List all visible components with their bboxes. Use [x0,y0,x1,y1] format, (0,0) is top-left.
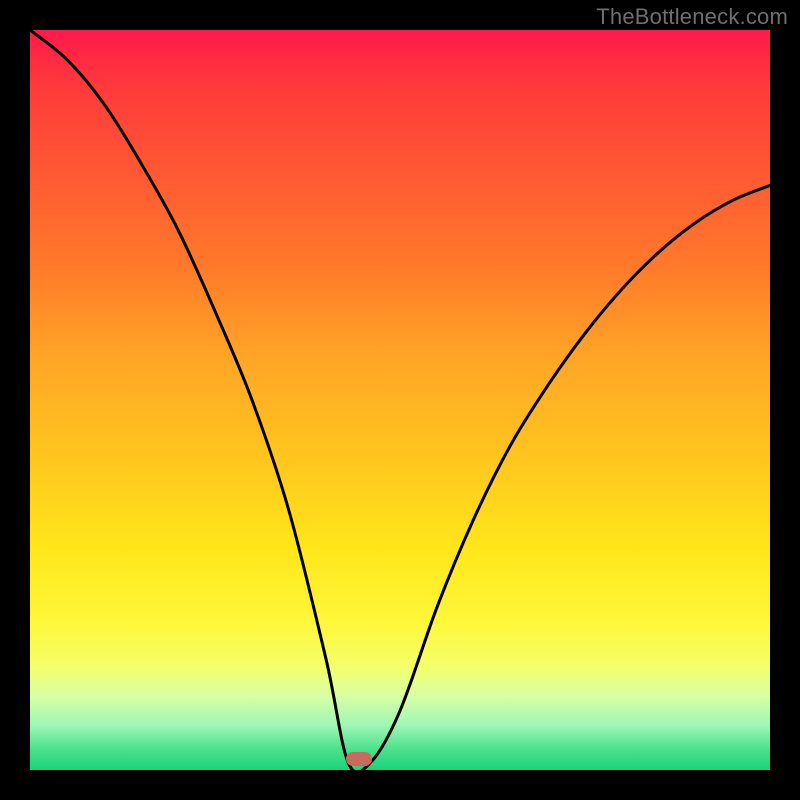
chart-frame: TheBottleneck.com [0,0,800,800]
curve-svg [30,30,770,770]
plot-area [30,30,770,770]
minimum-marker [346,752,372,766]
bottleneck-curve [30,30,770,770]
watermark-text: TheBottleneck.com [596,4,788,30]
